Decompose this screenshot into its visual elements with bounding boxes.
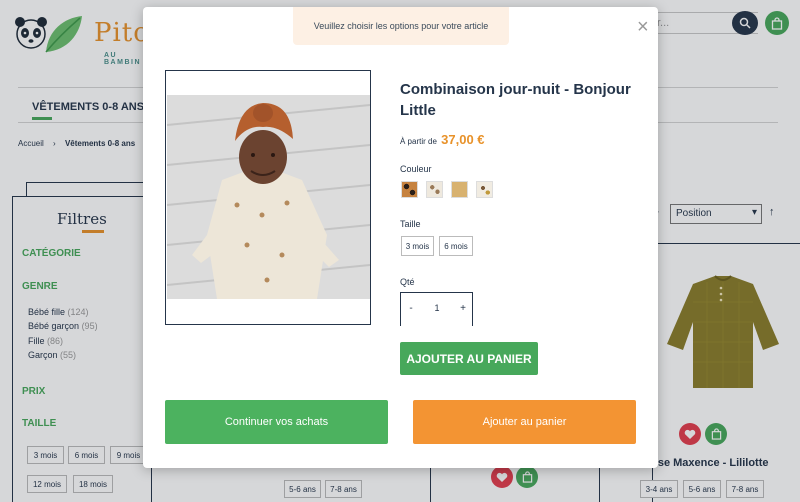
add-to-basket-button[interactable]: Ajouter au panier (413, 400, 636, 444)
color-swatch[interactable] (401, 181, 418, 198)
color-swatch[interactable] (476, 181, 493, 198)
options-notice: Veuillez choisir les options pour votre … (293, 7, 509, 45)
product-title: Combinaison jour-nuit - Bonjour Little (400, 81, 631, 119)
product-photo-frame (165, 70, 371, 325)
qty-increment-button[interactable]: + (456, 303, 470, 314)
qty-label: Qté (400, 277, 415, 287)
quantity-input[interactable]: 1 (425, 303, 449, 313)
color-label: Couleur (400, 164, 432, 174)
product-photo (167, 95, 370, 299)
color-swatch[interactable] (426, 181, 443, 198)
price-prefix: À partir de (400, 137, 437, 146)
product-price: 37,00 € (441, 132, 485, 147)
close-icon[interactable]: × (637, 17, 649, 37)
size-option[interactable]: 6 mois (439, 236, 473, 256)
qty-decrement-button[interactable]: - (404, 303, 418, 314)
size-option[interactable]: 3 mois (401, 236, 434, 256)
size-label: Taille (400, 219, 421, 229)
continue-shopping-button[interactable]: Continuer vos achats (165, 400, 388, 444)
price-row: À partir de 37,00 € (400, 132, 485, 147)
add-to-cart-button[interactable]: AJOUTER AU PANIER (400, 342, 538, 375)
quick-view-modal: Veuillez choisir les options pour votre … (143, 7, 658, 468)
color-swatch[interactable] (451, 181, 468, 198)
quantity-stepper: - 1 + (400, 292, 473, 326)
